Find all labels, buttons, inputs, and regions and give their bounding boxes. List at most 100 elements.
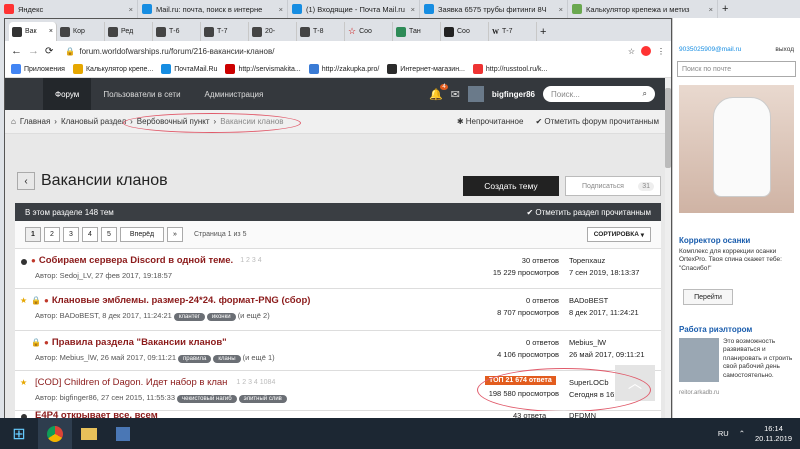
outer-tab-1[interactable]: Mail.ru: почта, поиск в интерне × — [138, 0, 288, 18]
tag[interactable]: правила — [178, 355, 212, 363]
page-5-link[interactable]: 5 — [101, 227, 117, 242]
pin-icon: ● — [31, 256, 36, 265]
ad-title-2[interactable]: Работа риэлтором — [679, 325, 752, 334]
ad-title-1[interactable]: Корректор осанки — [679, 236, 750, 245]
lock-icon: 🔒 — [31, 338, 41, 347]
inner-tab-7[interactable]: ☆ Соо — [345, 22, 393, 41]
bookmark-icon — [472, 64, 483, 74]
menu-icon[interactable]: ⋮ — [657, 47, 665, 56]
avatar[interactable] — [467, 86, 484, 102]
inner-tab-2[interactable]: Ред — [105, 22, 153, 41]
inner-tab-1[interactable]: Кор — [57, 22, 105, 41]
ad-go-button[interactable]: Перейти — [683, 289, 733, 305]
inner-tab-6[interactable]: Т-8 — [297, 22, 345, 41]
subscriber-count: 31 — [638, 181, 654, 191]
app-taskbar-icon[interactable] — [106, 418, 140, 449]
reload-icon[interactable]: ⟳ — [45, 46, 53, 57]
back-icon[interactable]: ← — [11, 45, 22, 57]
bell-icon[interactable]: 🔔 4 — [429, 83, 448, 101]
inner-tab-4[interactable]: Т-7 — [201, 22, 249, 41]
mail-side-panel: 9035025909@mail.ru выход Поиск по почте … — [672, 18, 800, 418]
chrome-taskbar-icon[interactable] — [38, 418, 72, 449]
topic-title[interactable]: Собираем сервера Discord в одной теме. — [39, 255, 233, 266]
page-2-link[interactable]: 2 — [44, 227, 60, 242]
tag[interactable]: элитный слив — [238, 395, 287, 403]
url-field[interactable]: 🔒 forum.worldofwarships.ru/forum/216-вак… — [59, 44, 621, 58]
back-arrow-icon[interactable]: ‹ — [17, 172, 35, 190]
extension-icon[interactable] — [641, 46, 651, 56]
ad-image-posture[interactable] — [679, 85, 794, 213]
create-topic-button[interactable]: Создать тему — [463, 176, 559, 196]
outer-tab-0[interactable]: Яндекс × — [0, 0, 138, 18]
bookmark-star-icon[interactable]: ☆ — [628, 47, 635, 56]
inner-tab-10[interactable]: W Т-7 — [489, 22, 537, 41]
inner-new-tab-button[interactable]: + — [537, 22, 557, 41]
ad-image-realtor[interactable] — [679, 338, 719, 382]
inner-tab-8[interactable]: Тан — [393, 22, 441, 41]
clock[interactable]: 16:14 20.11.2019 — [755, 424, 792, 444]
topic-title[interactable]: [COD] Children of Dagon. Идет набор в кл… — [35, 377, 227, 388]
nav-forum[interactable]: Форум — [43, 78, 92, 110]
forum-search-input[interactable]: Поиск... ⌕ — [543, 86, 655, 102]
topic-pages[interactable]: 1 2 3 4 — [240, 257, 261, 264]
bookmark-2[interactable]: ПочтаMail.Ru — [161, 64, 217, 74]
topic-pages[interactable]: 1 2 3 4 1084 — [236, 379, 275, 386]
nav-online-users[interactable]: Пользователи в сети — [91, 78, 192, 110]
outer-tab-2[interactable]: (1) Входящие - Почта Mail.ru × — [288, 0, 420, 18]
bookmark-0[interactable]: Приложения — [11, 64, 65, 74]
close-icon[interactable]: × — [559, 5, 563, 14]
exit-link[interactable]: выход — [775, 46, 794, 53]
close-icon[interactable]: × — [411, 5, 415, 14]
topic-row[interactable]: ★ 🔒 ● Клановые эмблемы. размер-24*24. фо… — [15, 289, 661, 331]
tray-icon[interactable]: ⌃ — [739, 429, 745, 438]
notification-badge: 4 — [440, 83, 448, 90]
close-icon[interactable]: × — [129, 5, 133, 14]
bookmark-6[interactable]: http://russtool.ru/k... — [472, 64, 547, 74]
next-page-link[interactable]: Вперёд — [120, 227, 164, 242]
inner-tab-9[interactable]: Соо — [441, 22, 489, 41]
topic-row[interactable]: 🔒 ● Правила раздела "Вакансии кланов" Ав… — [15, 331, 661, 371]
inner-tab-3[interactable]: Т-6 — [153, 22, 201, 41]
tag[interactable]: клантег — [173, 313, 205, 321]
outer-tab-3[interactable]: Заявка 6575 трубы фитинги 8Ч × — [420, 0, 568, 18]
bookmark-1[interactable]: Калькулятор крепе... — [72, 64, 153, 74]
page-4-link[interactable]: 4 — [82, 227, 98, 242]
envelope-icon[interactable]: ✉ — [451, 88, 460, 101]
inner-tab-0[interactable]: Вак × — [9, 22, 57, 41]
close-icon[interactable]: × — [279, 5, 283, 14]
search-icon[interactable]: ⌕ — [643, 89, 647, 99]
unread-link[interactable]: ✱ Непрочитанное — [457, 117, 524, 126]
bookmark-3[interactable]: http://servismakita... — [225, 64, 301, 74]
close-icon[interactable]: × — [709, 5, 713, 14]
topic-row[interactable]: ● Собираем сервера Discord в одной теме.… — [15, 249, 661, 289]
start-button[interactable]: ⊞ — [0, 418, 38, 449]
subscribe-button[interactable]: Подписаться 31 — [565, 176, 661, 196]
page-3-link[interactable]: 3 — [63, 227, 79, 242]
mark-forum-read-link[interactable]: ✔ Отметить форум прочитанным — [535, 117, 659, 126]
bookmark-4[interactable]: http://zakupka.pro/ — [308, 64, 379, 74]
crumb-home[interactable]: Главная — [20, 117, 50, 126]
outer-tab-4[interactable]: Калькулятор крепежа и метиз × — [568, 0, 718, 18]
new-tab-button[interactable]: + — [718, 0, 800, 18]
tag[interactable]: чекистовый нагиб — [177, 395, 237, 403]
bookmark-5[interactable]: Интернет-магазин... — [387, 64, 465, 74]
topic-title[interactable]: Правила раздела "Вакансии кланов" — [52, 337, 227, 348]
page-1-link[interactable]: 1 — [25, 227, 41, 242]
page-info[interactable]: Страница 1 из 5 — [194, 231, 246, 238]
topic-title[interactable]: Клановые эмблемы. размер-24*24. формат-P… — [52, 295, 311, 306]
mail-search-input[interactable]: Поиск по почте — [677, 61, 796, 77]
scrollbar[interactable] — [665, 78, 671, 419]
sort-dropdown[interactable]: СОРТИРОВКА ▾ — [586, 227, 651, 242]
inner-tab-5[interactable]: 20- — [249, 22, 297, 41]
last-page-link[interactable]: » — [167, 227, 183, 242]
mark-section-read-link[interactable]: ✔ Отметить раздел прочитанным — [526, 208, 651, 217]
username[interactable]: bigfinger86 — [492, 90, 535, 99]
nav-admin[interactable]: Администрация — [193, 78, 276, 110]
account-email[interactable]: 9035025909@mail.ru — [679, 46, 741, 53]
tag[interactable]: иконки — [206, 313, 236, 321]
explorer-taskbar-icon[interactable] — [72, 418, 106, 449]
tag[interactable]: кланы — [213, 355, 241, 363]
crumb-clan[interactable]: Клановый раздел — [61, 117, 126, 126]
forward-icon[interactable]: → — [28, 45, 39, 57]
language-indicator[interactable]: RU — [718, 429, 729, 438]
